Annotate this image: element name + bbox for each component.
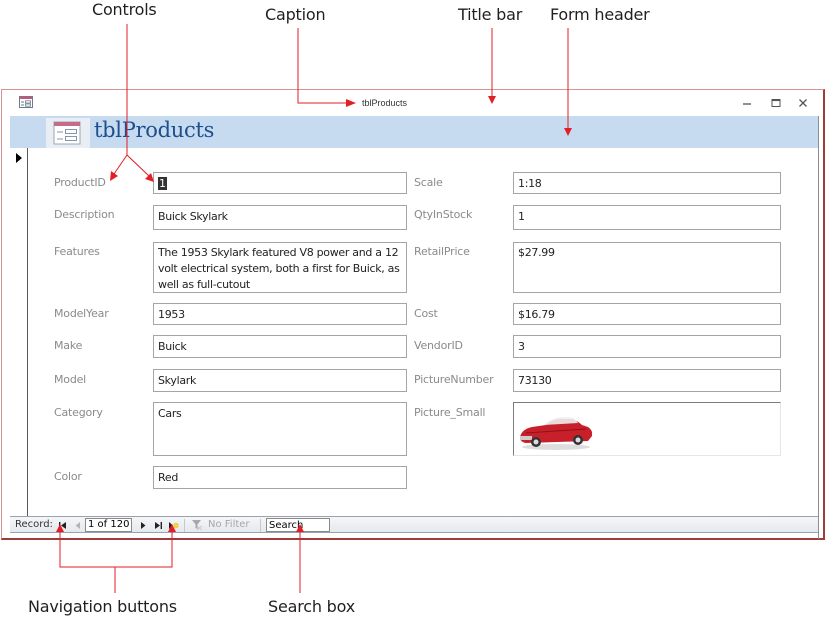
field-value: 1 <box>158 177 167 190</box>
field-make[interactable]: Buick <box>153 335 407 358</box>
field-retailprice[interactable]: $27.99 <box>513 242 781 293</box>
minimize-icon <box>743 103 751 105</box>
no-filter-button[interactable]: No Filter <box>208 518 250 532</box>
callout-navigation-buttons: Navigation buttons <box>28 597 177 616</box>
label-qtyinstock: QtyInStock <box>414 208 473 221</box>
new-record-button[interactable] <box>167 519 179 531</box>
window-caption: tblProducts <box>362 98 408 108</box>
label-picture-small: Picture_Small <box>414 406 486 419</box>
label-color: Color <box>54 470 82 483</box>
next-record-button[interactable] <box>137 519 149 531</box>
label-retailprice: RetailPrice <box>414 245 470 258</box>
label-cost: Cost <box>414 307 438 320</box>
form-icon <box>19 96 33 108</box>
callout-controls: Controls <box>92 0 157 19</box>
field-category[interactable]: Cars <box>153 402 407 456</box>
search-input[interactable] <box>266 518 330 532</box>
filter-icon-button[interactable] <box>191 519 203 531</box>
separator <box>184 519 185 532</box>
field-model[interactable]: Skylark <box>153 369 407 392</box>
no-filter-icon <box>192 520 203 531</box>
form-header: tblProducts <box>10 116 818 148</box>
last-record-button[interactable] <box>152 519 164 531</box>
field-picture-small[interactable] <box>513 402 781 456</box>
field-features[interactable]: The 1953 Skylark featured V8 power and a… <box>153 242 407 293</box>
car-image <box>520 417 593 450</box>
form-header-title: tblProducts <box>94 118 215 142</box>
minimize-button[interactable] <box>738 94 756 112</box>
label-category: Category <box>54 406 103 419</box>
field-modelyear[interactable]: 1953 <box>153 303 407 325</box>
previous-record-button[interactable] <box>71 519 83 531</box>
form-icon <box>53 121 81 145</box>
next-record-icon <box>140 521 145 529</box>
form-view: tblProducts ProductID 1 Description Buic… <box>10 116 819 539</box>
maximize-button[interactable] <box>767 94 785 112</box>
field-color[interactable]: Red <box>153 466 407 489</box>
label-vendorid: VendorID <box>414 339 463 352</box>
record-selector[interactable] <box>10 148 28 516</box>
field-productid[interactable]: 1 <box>153 172 407 194</box>
field-picturenumber[interactable]: 73130 <box>513 369 781 392</box>
field-vendorid[interactable]: 3 <box>513 335 781 358</box>
first-record-button[interactable] <box>56 519 68 531</box>
callout-search-box: Search box <box>268 597 355 616</box>
label-features: Features <box>54 245 100 258</box>
callout-title-bar: Title bar <box>458 5 523 24</box>
label-description: Description <box>54 208 115 221</box>
form-window: tblProducts tblProducts ProductID 1 Desc… <box>1 89 825 540</box>
current-record-field[interactable]: 1 of 120 <box>85 518 132 532</box>
last-record-icon <box>154 521 162 529</box>
form-header-icon <box>46 118 90 148</box>
field-description[interactable]: Buick Skylark <box>153 205 407 230</box>
label-picturenumber: PictureNumber <box>414 373 494 386</box>
callout-caption: Caption <box>265 5 326 24</box>
record-label: Record: <box>15 519 53 530</box>
current-record-icon <box>16 153 22 163</box>
field-scale[interactable]: 1:18 <box>513 172 781 194</box>
maximize-icon <box>771 99 781 107</box>
close-icon <box>799 99 807 107</box>
new-record-icon <box>168 521 179 529</box>
first-record-icon <box>58 521 66 529</box>
close-button[interactable] <box>794 94 812 112</box>
callout-form-header: Form header <box>550 5 650 24</box>
label-productid: ProductID <box>54 176 106 189</box>
separator <box>260 519 261 532</box>
label-make: Make <box>54 339 83 352</box>
previous-record-icon <box>75 521 80 529</box>
label-modelyear: ModelYear <box>54 307 109 320</box>
title-bar[interactable]: tblProducts <box>2 90 823 116</box>
navigation-bar: Record: 1 of 120 No Filter <box>10 516 818 533</box>
label-model: Model <box>54 373 87 386</box>
field-cost[interactable]: $16.79 <box>513 303 781 325</box>
field-qtyinstock[interactable]: 1 <box>513 205 781 230</box>
label-scale: Scale <box>414 176 443 189</box>
